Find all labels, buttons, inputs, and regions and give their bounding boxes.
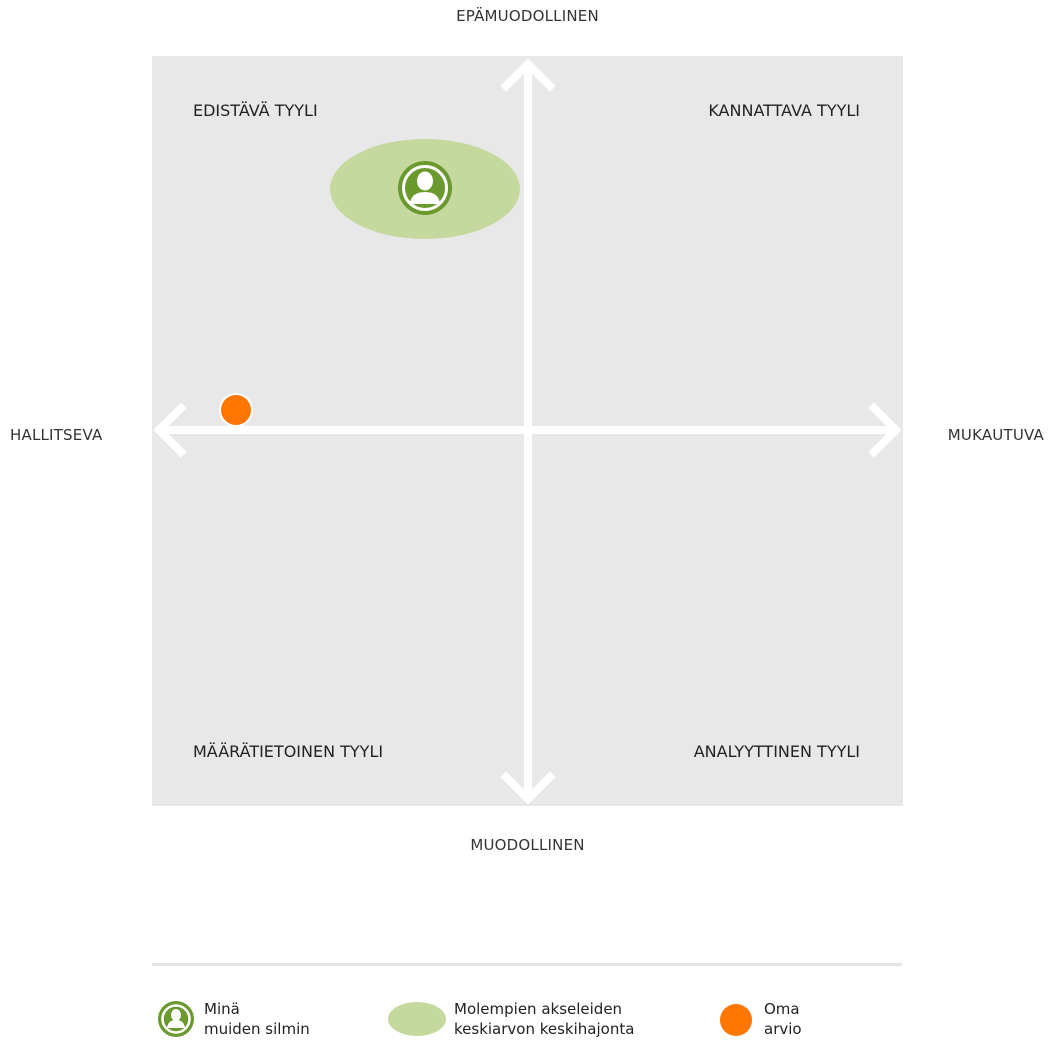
orange-dot-icon xyxy=(720,1004,752,1036)
legend-item-others: Minä muiden silmin xyxy=(158,999,310,1039)
style-quadrant-plot: EDISTÄVÄ TYYLI KANNATTAVA TYYLI MÄÄRÄTIE… xyxy=(152,56,903,806)
legend-text-self: Oma arvio xyxy=(764,999,802,1039)
axis-label-right: MUKAUTUVA xyxy=(947,426,1044,444)
axis-label-left: HALLITSEVA xyxy=(10,426,103,444)
legend-self-line2: arvio xyxy=(764,1020,802,1038)
person-circle-icon xyxy=(398,161,452,215)
quadrant-label-top-right: KANNATTAVA TYYLI xyxy=(708,101,860,120)
legend-spread-line2: keskiarvon keskihajonta xyxy=(454,1020,635,1038)
plot-graphics xyxy=(153,58,902,805)
self-assessment-marker xyxy=(219,393,253,427)
legend-text-spread: Molempien akseleiden keskiarvon keskihaj… xyxy=(454,999,634,1039)
legend-others-line2: muiden silmin xyxy=(204,1020,310,1038)
quadrant-label-top-left: EDISTÄVÄ TYYLI xyxy=(193,101,318,120)
axis-label-top: EPÄMUODOLLINEN xyxy=(456,7,599,25)
legend-self-line1: Oma xyxy=(764,1000,800,1018)
legend-text-others: Minä muiden silmin xyxy=(204,999,310,1039)
spread-ellipse-icon xyxy=(388,1002,446,1036)
axes-cross xyxy=(153,58,902,805)
quadrant-label-bottom-right: ANALYYTTINEN TYYLI xyxy=(693,742,860,761)
legend-spread-line1: Molempien akseleiden xyxy=(454,1000,623,1018)
legend-divider xyxy=(152,963,902,966)
person-circle-icon xyxy=(158,1001,194,1037)
quadrant-label-bottom-left: MÄÄRÄTIETOINEN TYYLI xyxy=(193,742,384,761)
axis-label-bottom: MUODOLLINEN xyxy=(470,836,585,854)
legend-others-line1: Minä xyxy=(204,1000,240,1018)
legend-item-self: Oma arvio xyxy=(719,999,802,1039)
legend-item-spread: Molempien akseleiden keskiarvon keskihaj… xyxy=(388,999,634,1039)
